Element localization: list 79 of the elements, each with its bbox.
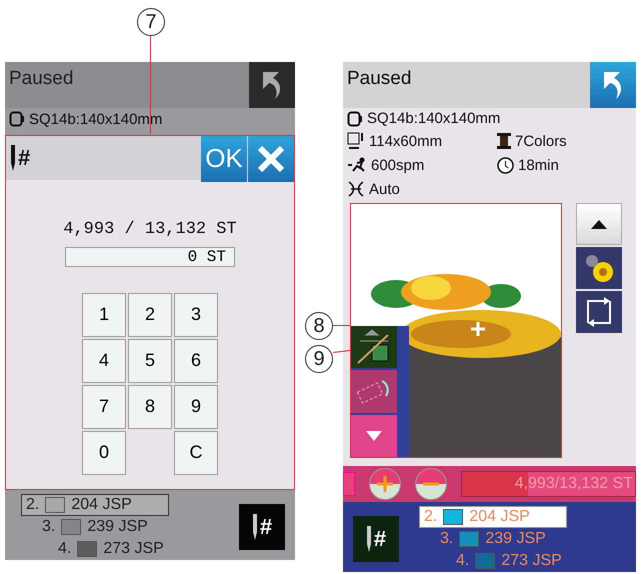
thread-number: 4. xyxy=(58,540,72,558)
color-swatch xyxy=(61,519,82,535)
frame-button[interactable] xyxy=(576,291,622,334)
minus-icon xyxy=(423,482,439,486)
thread-number: 2. xyxy=(424,508,438,526)
hoop-icon xyxy=(347,110,363,127)
keypad-key[interactable]: 4 xyxy=(82,338,126,383)
thread-number: 2. xyxy=(26,496,40,514)
color-button[interactable] xyxy=(576,247,622,290)
thread-number: 3. xyxy=(440,530,454,548)
color-swatch xyxy=(459,531,480,547)
close-icon xyxy=(257,144,285,173)
status-title: Paused xyxy=(5,62,249,108)
size-icon xyxy=(347,132,365,150)
minus-button[interactable] xyxy=(415,468,447,500)
stitch-jump-button[interactable]: # xyxy=(353,516,399,562)
scroll-up-button[interactable] xyxy=(576,203,622,246)
thread-name: 273 JSP xyxy=(103,540,164,558)
callout-number: 7 xyxy=(137,8,165,36)
stitch-progress-text: 4,993/13,132 ST xyxy=(514,474,634,494)
needle-icon xyxy=(366,526,372,552)
thread-list-item[interactable]: 2. 204 JSP xyxy=(21,494,169,516)
thread-list-item[interactable]: 4. 273 JSP xyxy=(53,538,169,560)
keypad-key[interactable]: 8 xyxy=(128,384,172,429)
frame-arrows-icon xyxy=(584,297,614,328)
jog-button[interactable] xyxy=(351,326,397,368)
thread-name: 239 JSP xyxy=(485,530,546,548)
color-swatch xyxy=(475,553,496,569)
design-size: 114x60mm xyxy=(369,132,442,150)
thread-cutter-icon xyxy=(347,181,365,198)
plus-icon xyxy=(377,476,393,492)
down-arrow-icon xyxy=(366,430,382,441)
needle-icon xyxy=(252,514,258,540)
thread-name: 204 JSP xyxy=(469,508,530,526)
running-figure-icon xyxy=(347,157,367,174)
keypad-key[interactable]: 3 xyxy=(174,292,218,337)
hoop-icon xyxy=(9,111,25,128)
keypad-key[interactable]: 5 xyxy=(128,338,172,383)
thread-list-item[interactable]: 3. 239 JSP xyxy=(435,528,567,550)
spool-icon xyxy=(497,133,511,150)
keypad-key[interactable]: C xyxy=(174,430,218,475)
thread-number: 4. xyxy=(456,552,470,570)
thread-name: 239 JSP xyxy=(87,518,148,536)
keypad-key[interactable]: 6 xyxy=(174,338,218,383)
clock-icon xyxy=(497,156,514,174)
callout-number: 9 xyxy=(305,345,333,373)
cut-mode: Auto xyxy=(369,180,400,198)
sewing-time: 18min xyxy=(518,156,559,174)
color-count: 7Colors xyxy=(515,132,567,150)
thread-list-item[interactable]: 4. 273 JSP xyxy=(451,550,567,572)
hoop-label: SQ14b:140x140mm xyxy=(367,110,500,128)
dialog-title: # xyxy=(18,144,30,171)
flower-icon xyxy=(583,252,615,284)
needle-icon xyxy=(10,144,16,171)
ok-button[interactable]: OK xyxy=(201,136,247,182)
back-button[interactable] xyxy=(590,62,636,108)
stitch-count: 4,993 / 13,132 ST xyxy=(63,220,237,239)
stitch-input-field[interactable]: 0 ST xyxy=(65,246,235,267)
up-arrow-icon xyxy=(591,220,607,229)
thread-number: 3. xyxy=(42,518,56,536)
thread-name: 204 JSP xyxy=(71,496,132,514)
color-swatch xyxy=(77,541,98,557)
keypad-key[interactable]: 1 xyxy=(82,292,126,337)
sewing-speed: 600spm xyxy=(371,156,424,174)
keypad-key[interactable]: 2 xyxy=(128,292,172,337)
back-button[interactable] xyxy=(249,62,295,108)
close-button[interactable] xyxy=(248,136,294,182)
stitch-jump-button[interactable]: # xyxy=(239,504,285,550)
plus-button[interactable] xyxy=(369,468,401,500)
down-button[interactable] xyxy=(351,414,397,458)
color-swatch xyxy=(443,509,464,525)
color-swatch xyxy=(45,497,66,513)
thread-list-item[interactable]: 3. 239 JSP xyxy=(37,516,169,538)
status-title: Paused xyxy=(343,62,590,108)
thread-name: 273 JSP xyxy=(501,552,562,570)
keypad-key[interactable]: 7 xyxy=(82,384,126,429)
keypad-key[interactable]: 0 xyxy=(82,430,126,475)
keypad-key[interactable]: 9 xyxy=(174,384,218,429)
callout-number: 8 xyxy=(305,312,333,340)
